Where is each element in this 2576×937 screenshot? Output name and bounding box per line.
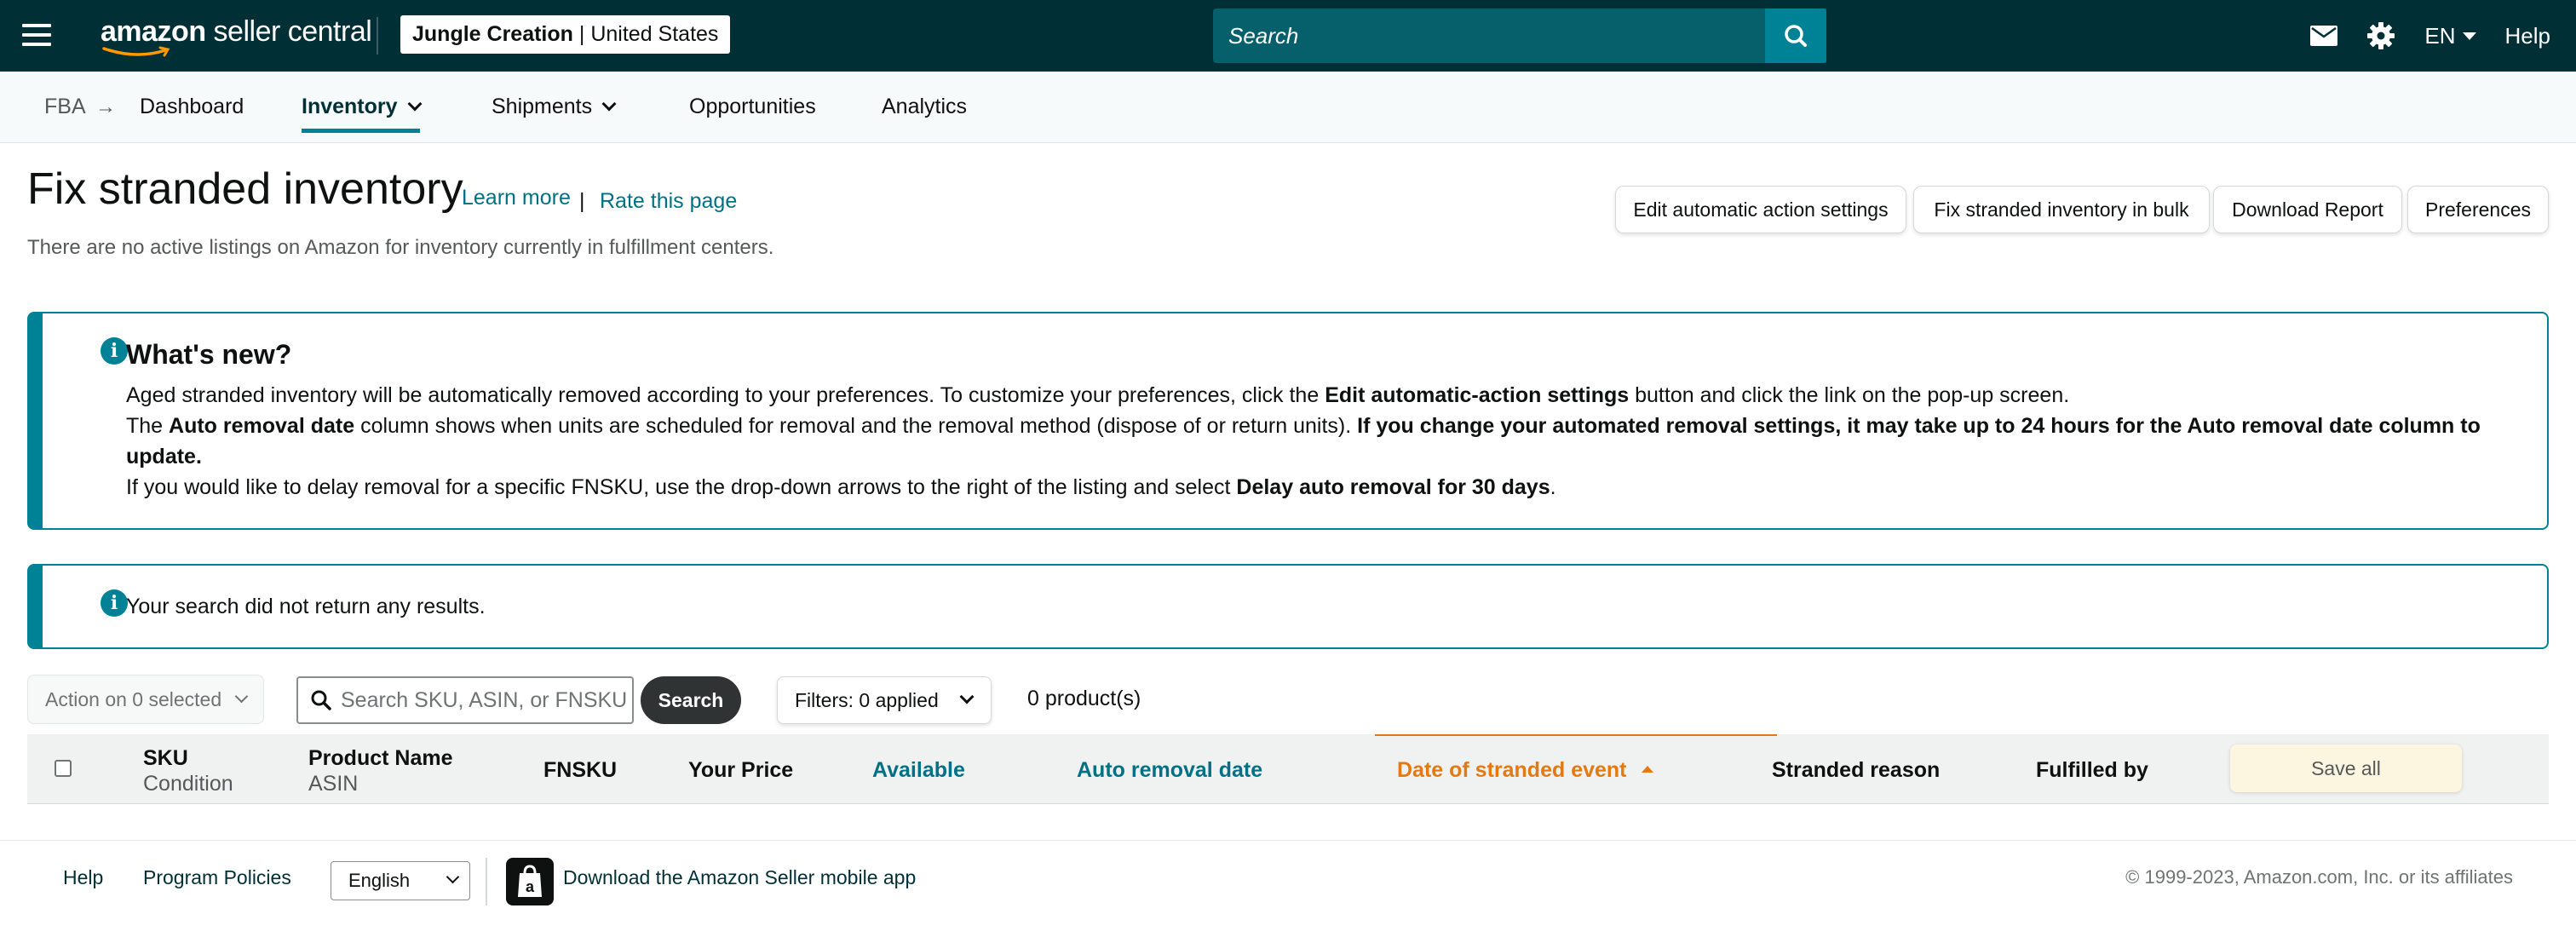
column-date-of-stranded-event[interactable]: Date of stranded event (1397, 758, 1654, 783)
column-asin: ASIN (308, 772, 359, 796)
column-auto-removal-date[interactable]: Auto removal date (1077, 758, 1262, 783)
text: If you would like to delay removal for a… (126, 475, 1237, 499)
svg-text:a: a (526, 878, 535, 895)
text: Aged stranded inventory will be automati… (126, 383, 1325, 407)
info-icon: i (101, 337, 128, 365)
table-search-button[interactable]: Search (641, 676, 741, 724)
search-icon (1785, 25, 1807, 47)
footer-program-policies-link[interactable]: Program Policies (143, 866, 291, 889)
edit-automatic-action-settings-button[interactable]: Edit automatic action settings (1615, 186, 1906, 233)
account-store: Jungle Creation (412, 22, 573, 46)
nav-shipments-label: Shipments (492, 95, 593, 118)
column-date-of-stranded-event-label: Date of stranded event (1397, 758, 1627, 782)
breadcrumb-fba[interactable]: FBA (44, 72, 86, 143)
chevron-down-icon (234, 689, 249, 704)
column-stranded-reason[interactable]: Stranded reason (1772, 758, 1940, 783)
whats-new-alert: i What's new? Aged stranded inventory wi… (27, 312, 2549, 530)
column-your-price[interactable]: Your Price (688, 758, 793, 783)
column-product-name[interactable]: Product Name (308, 746, 452, 771)
mail-icon[interactable] (2310, 26, 2338, 46)
account-region: United States (590, 22, 719, 46)
logo-product: seller central (213, 15, 372, 48)
filters-dropdown[interactable]: Filters: 0 applied (777, 676, 992, 724)
text: . (1550, 475, 1556, 499)
whats-new-line-1: Aged stranded inventory will be automati… (126, 380, 2545, 411)
nav-inventory[interactable]: Inventory (302, 72, 423, 143)
whats-new-line-3: If you would like to delay removal for a… (126, 472, 2545, 503)
global-search-button[interactable] (1765, 9, 1826, 63)
account-separator: | (578, 22, 585, 46)
nav-opportunities[interactable]: Opportunities (689, 72, 816, 143)
copyright: © 1999-2023, Amazon.com, Inc. or its aff… (2125, 866, 2513, 888)
logo-brand: amazon (101, 15, 206, 48)
whats-new-line-2: The Auto removal date column shows when … (126, 411, 2545, 472)
table-search-input[interactable] (341, 678, 627, 722)
header-divider (377, 17, 378, 55)
nav-shipments[interactable]: Shipments (492, 72, 617, 143)
chevron-down-icon (446, 870, 460, 884)
page-title: Fix stranded inventory (27, 164, 463, 214)
table-search (296, 676, 634, 724)
breadcrumb-arrow-icon: → (95, 95, 116, 118)
footer: Help Program Policies English a Download… (0, 840, 2576, 937)
filters-label: Filters: 0 applied (795, 689, 939, 711)
rate-page-link[interactable]: Rate this page (600, 189, 737, 214)
chevron-down-icon (407, 96, 423, 112)
global-search (1213, 9, 1826, 63)
footer-language-select[interactable]: English (331, 861, 470, 900)
text-bold: Edit automatic-action settings (1325, 383, 1630, 407)
page-subtitle: There are no active listings on Amazon f… (27, 236, 774, 259)
footer-divider (486, 858, 487, 905)
search-icon (311, 690, 331, 710)
column-sku[interactable]: SKU (143, 746, 188, 771)
learn-more-link[interactable]: Learn more (462, 186, 571, 210)
header-actions: EN Help (2310, 0, 2550, 72)
global-search-input[interactable] (1213, 9, 1775, 63)
text-bold: Auto removal date (169, 414, 355, 438)
text-bold: Delay auto removal for 30 days (1236, 475, 1550, 499)
nav-analytics[interactable]: Analytics (882, 72, 967, 143)
no-results-message: Your search did not return any results. (126, 595, 486, 618)
link-separator: | (579, 189, 585, 213)
save-all-button[interactable]: Save all (2230, 744, 2462, 792)
chevron-down-icon (959, 689, 975, 704)
column-fulfilled-by[interactable]: Fulfilled by (2036, 758, 2148, 783)
bulk-action-dropdown[interactable]: Action on 0 selected (27, 675, 264, 724)
fba-subnav: FBA → Dashboard Inventory Shipments Oppo… (0, 72, 2576, 143)
gear-icon[interactable] (2366, 21, 2395, 50)
product-count: 0 product(s) (1027, 687, 1141, 710)
nav-dashboard[interactable]: Dashboard (140, 72, 244, 143)
text: button and click the link on the pop-up … (1629, 383, 2070, 407)
select-all-checkbox[interactable] (55, 760, 72, 777)
column-condition: Condition (143, 772, 233, 796)
whats-new-title: What's new? (126, 339, 292, 370)
footer-help-link[interactable]: Help (63, 866, 103, 889)
fix-stranded-bulk-button[interactable]: Fix stranded inventory in bulk (1913, 186, 2210, 233)
top-bar: amazon seller central Jungle Creation | … (0, 0, 2576, 72)
column-fnsku[interactable]: FNSKU (543, 758, 617, 783)
download-app-link[interactable]: Download the Amazon Seller mobile app (563, 866, 916, 889)
help-link[interactable]: Help (2505, 23, 2550, 49)
menu-icon[interactable] (22, 24, 51, 48)
info-icon: i (101, 589, 128, 617)
language-menu[interactable]: EN (2424, 22, 2476, 49)
language-label: EN (2424, 22, 2456, 49)
column-available[interactable]: Available (872, 758, 965, 783)
seller-central-logo[interactable]: amazon seller central (101, 15, 372, 57)
text: column shows when units are scheduled fo… (354, 414, 1358, 438)
table-header: SKU Condition Product Name ASIN FNSKU Yo… (27, 734, 2549, 804)
chevron-down-icon (601, 96, 617, 112)
seller-app-icon[interactable]: a (506, 858, 554, 905)
bulk-action-label: Action on 0 selected (45, 688, 222, 710)
footer-language-value: English (348, 870, 411, 891)
preferences-button[interactable]: Preferences (2407, 186, 2549, 233)
download-report-button[interactable]: Download Report (2213, 186, 2402, 233)
account-switcher[interactable]: Jungle Creation | United States (400, 15, 731, 54)
nav-inventory-label: Inventory (302, 95, 398, 118)
text: The (126, 414, 170, 438)
sort-ascending-icon (1642, 766, 1654, 773)
amazon-smile-icon (102, 46, 170, 57)
caret-down-icon (2462, 32, 2476, 40)
no-results-alert: i Your search did not return any results… (27, 564, 2549, 649)
